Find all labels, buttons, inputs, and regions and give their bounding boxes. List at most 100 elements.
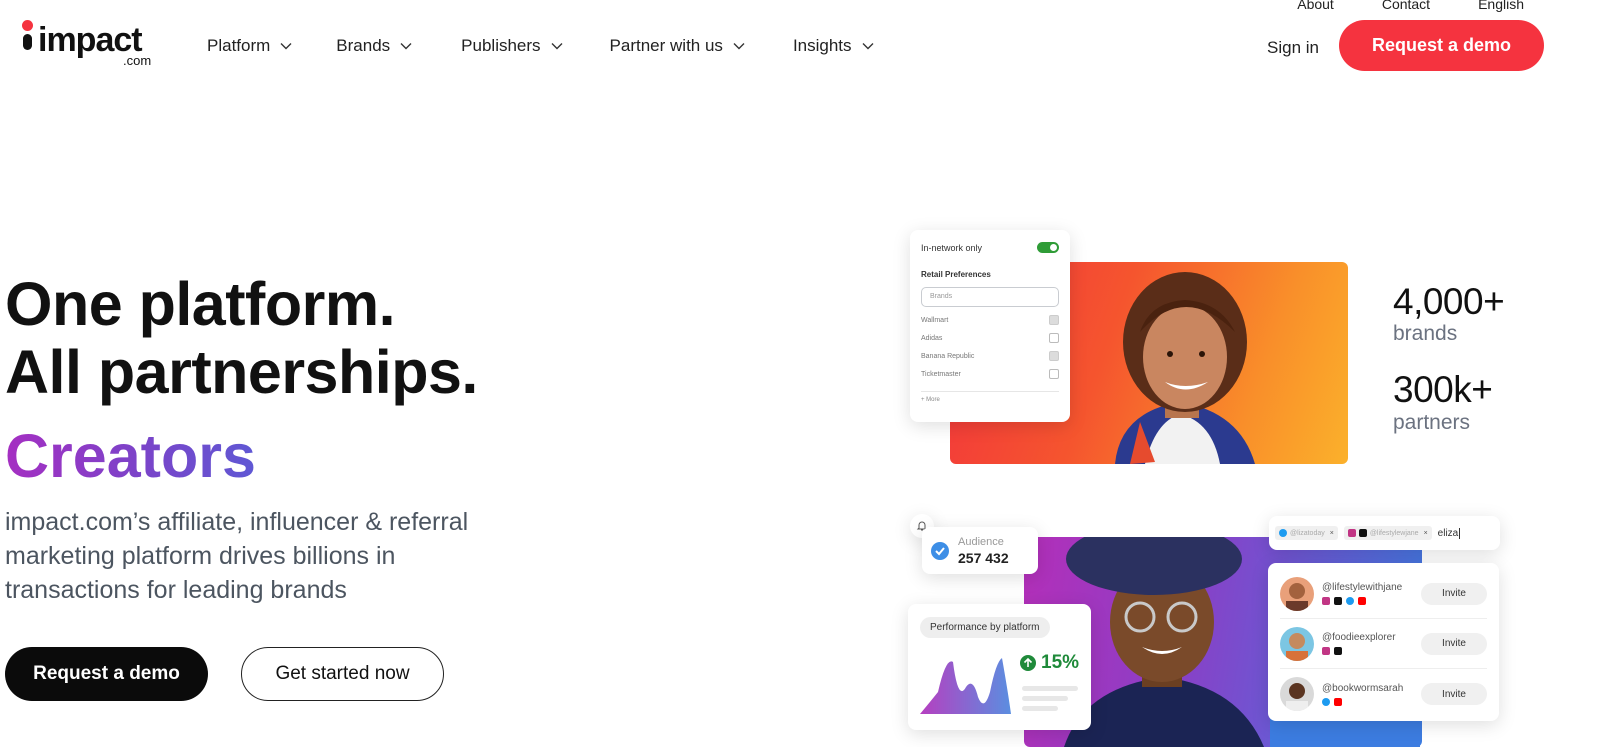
request-demo-button[interactable]: Request a demo <box>5 647 208 701</box>
verified-badge-icon <box>931 541 949 560</box>
nav-platform-label: Platform <box>207 36 271 55</box>
chevron-down-icon <box>551 43 563 50</box>
list-item: @foodieexplorer Invite <box>1280 619 1487 669</box>
invite-button[interactable]: Invite <box>1421 582 1487 605</box>
stat-brands-value: 4,000+ <box>1393 281 1505 322</box>
brand-option-banana-republic[interactable]: Banana Republic <box>921 351 1059 361</box>
avatar <box>1280 576 1314 611</box>
in-network-row: In-network only <box>921 242 1059 253</box>
nav-insights-label: Insights <box>792 36 852 55</box>
list-item: @lifestylewithjane Invite <box>1280 569 1487 619</box>
stat-brands-label: brands <box>1393 322 1458 345</box>
tag-chip[interactable]: @lizatoday × <box>1275 526 1338 540</box>
brand-option-wallmart[interactable]: Wallmart <box>921 315 1059 325</box>
invite-button[interactable]: Invite <box>1421 632 1487 655</box>
influencer-handle: @foodieexplorer <box>1322 632 1396 643</box>
nav-brands[interactable]: Brands <box>336 36 412 56</box>
performance-growth: 15% <box>1020 652 1079 674</box>
logo-suffix: .com <box>123 53 152 68</box>
performance-percent: 15% <box>1041 652 1080 673</box>
avatar <box>1280 677 1314 711</box>
logo-bar <box>23 34 32 50</box>
placeholder-line <box>1022 686 1078 691</box>
checkbox[interactable] <box>1049 333 1059 343</box>
in-network-toggle[interactable] <box>1037 242 1059 253</box>
avatar <box>1280 626 1314 661</box>
nav-publishers-label: Publishers <box>461 36 541 55</box>
creator-tag-input[interactable]: @lizatoday × @lifestylewjane × eliza <box>1269 516 1500 550</box>
brand-option-label: Adidas <box>921 334 943 342</box>
tiktok-icon <box>1334 647 1342 655</box>
retail-preferences-card: In-network only Retail Preferences Brand… <box>910 230 1070 422</box>
checkbox-checked[interactable] <box>1049 315 1059 325</box>
tag-chip-label: @lifestylewjane <box>1369 529 1419 537</box>
placeholder-line <box>1022 696 1068 701</box>
influencer-list: @lifestylewithjane Invite @foodieexplore… <box>1268 563 1499 721</box>
tag-chip-label: @lizatoday <box>1290 529 1325 537</box>
instagram-icon <box>1347 529 1356 537</box>
youtube-icon <box>1334 697 1342 706</box>
tiktok-icon <box>1358 529 1367 537</box>
hero-rotating-word: Creators <box>5 422 256 490</box>
hero-subtitle: impact.com’s affiliate, influencer & ref… <box>5 508 469 604</box>
social-icons <box>1322 697 1421 706</box>
brands-search-input[interactable]: Brands <box>921 287 1059 307</box>
influencer-handle: @lifestylewithjane <box>1322 582 1403 593</box>
nav-partner-with-us[interactable]: Partner with us <box>610 36 745 56</box>
logo-dot <box>22 20 33 31</box>
performance-card: Performance by platform 15% <box>908 604 1091 730</box>
utility-contact-link[interactable]: Contact <box>1382 0 1430 12</box>
impact-logo[interactable]: impact .com <box>20 20 165 70</box>
list-item: @bookwormsarah Invite <box>1280 669 1487 719</box>
stat-partners-label: partners <box>1393 411 1471 434</box>
utility-about-link[interactable]: About <box>1297 0 1334 12</box>
social-icons <box>1322 597 1421 605</box>
chevron-down-icon <box>862 43 874 50</box>
brand-option-ticketmaster[interactable]: Ticketmaster <box>921 369 1059 379</box>
tag-chip[interactable]: @lifestylewjane × <box>1343 526 1432 540</box>
stat-partners-value: 300k+ <box>1393 369 1493 410</box>
audience-value: 257 432 <box>958 549 1009 566</box>
request-demo-header-button[interactable]: Request a demo <box>1339 20 1544 71</box>
twitter-icon <box>1346 597 1354 605</box>
audience-card: Audience 257 432 <box>922 527 1038 574</box>
sign-in-link[interactable]: Sign in <box>1267 38 1319 58</box>
hero-headline-line2: All partnerships. <box>5 338 478 406</box>
performance-area-chart <box>920 658 1011 714</box>
brand-option-label: Wallmart <box>921 316 949 324</box>
checkbox-checked[interactable] <box>1049 351 1059 361</box>
twitter-icon <box>1322 697 1330 706</box>
main-nav: Platform Brands Publishers Partner with … <box>207 36 874 56</box>
remove-tag-icon[interactable]: × <box>1424 530 1428 537</box>
performance-pill: Performance by platform <box>920 617 1050 638</box>
placeholder-line <box>1022 706 1058 711</box>
instagram-icon <box>1322 597 1330 605</box>
nav-partner-label: Partner with us <box>609 36 723 55</box>
checkbox[interactable] <box>1049 369 1059 379</box>
nav-brands-label: Brands <box>336 36 391 55</box>
arrow-up-circle-icon <box>1020 655 1036 671</box>
tag-typed-text: eliza <box>1437 527 1461 539</box>
remove-tag-icon[interactable]: × <box>1330 530 1334 537</box>
tiktok-icon <box>1334 597 1342 605</box>
hero-headline: One platform. All partnerships. <box>5 270 478 406</box>
youtube-icon <box>1358 597 1366 605</box>
more-brands-link[interactable]: + More <box>921 391 1059 403</box>
utility-nav: About Contact English <box>1297 0 1524 12</box>
influencer-handle: @bookwormsarah <box>1322 682 1404 694</box>
get-started-button[interactable]: Get started now <box>241 647 444 701</box>
brand-option-label: Banana Republic <box>921 352 975 360</box>
photo-strip-accent <box>1270 718 1420 747</box>
nav-insights[interactable]: Insights <box>793 36 874 56</box>
chevron-down-icon <box>400 43 412 50</box>
brand-option-adidas[interactable]: Adidas <box>921 333 1059 343</box>
language-selector[interactable]: English <box>1478 0 1524 12</box>
twitter-icon <box>1279 529 1287 537</box>
invite-button[interactable]: Invite <box>1421 683 1487 705</box>
in-network-label: In-network only <box>921 242 983 253</box>
chevron-down-icon <box>280 43 292 50</box>
instagram-icon <box>1322 647 1330 655</box>
chevron-down-icon <box>733 43 745 50</box>
nav-platform[interactable]: Platform <box>207 36 292 56</box>
nav-publishers[interactable]: Publishers <box>461 36 563 56</box>
